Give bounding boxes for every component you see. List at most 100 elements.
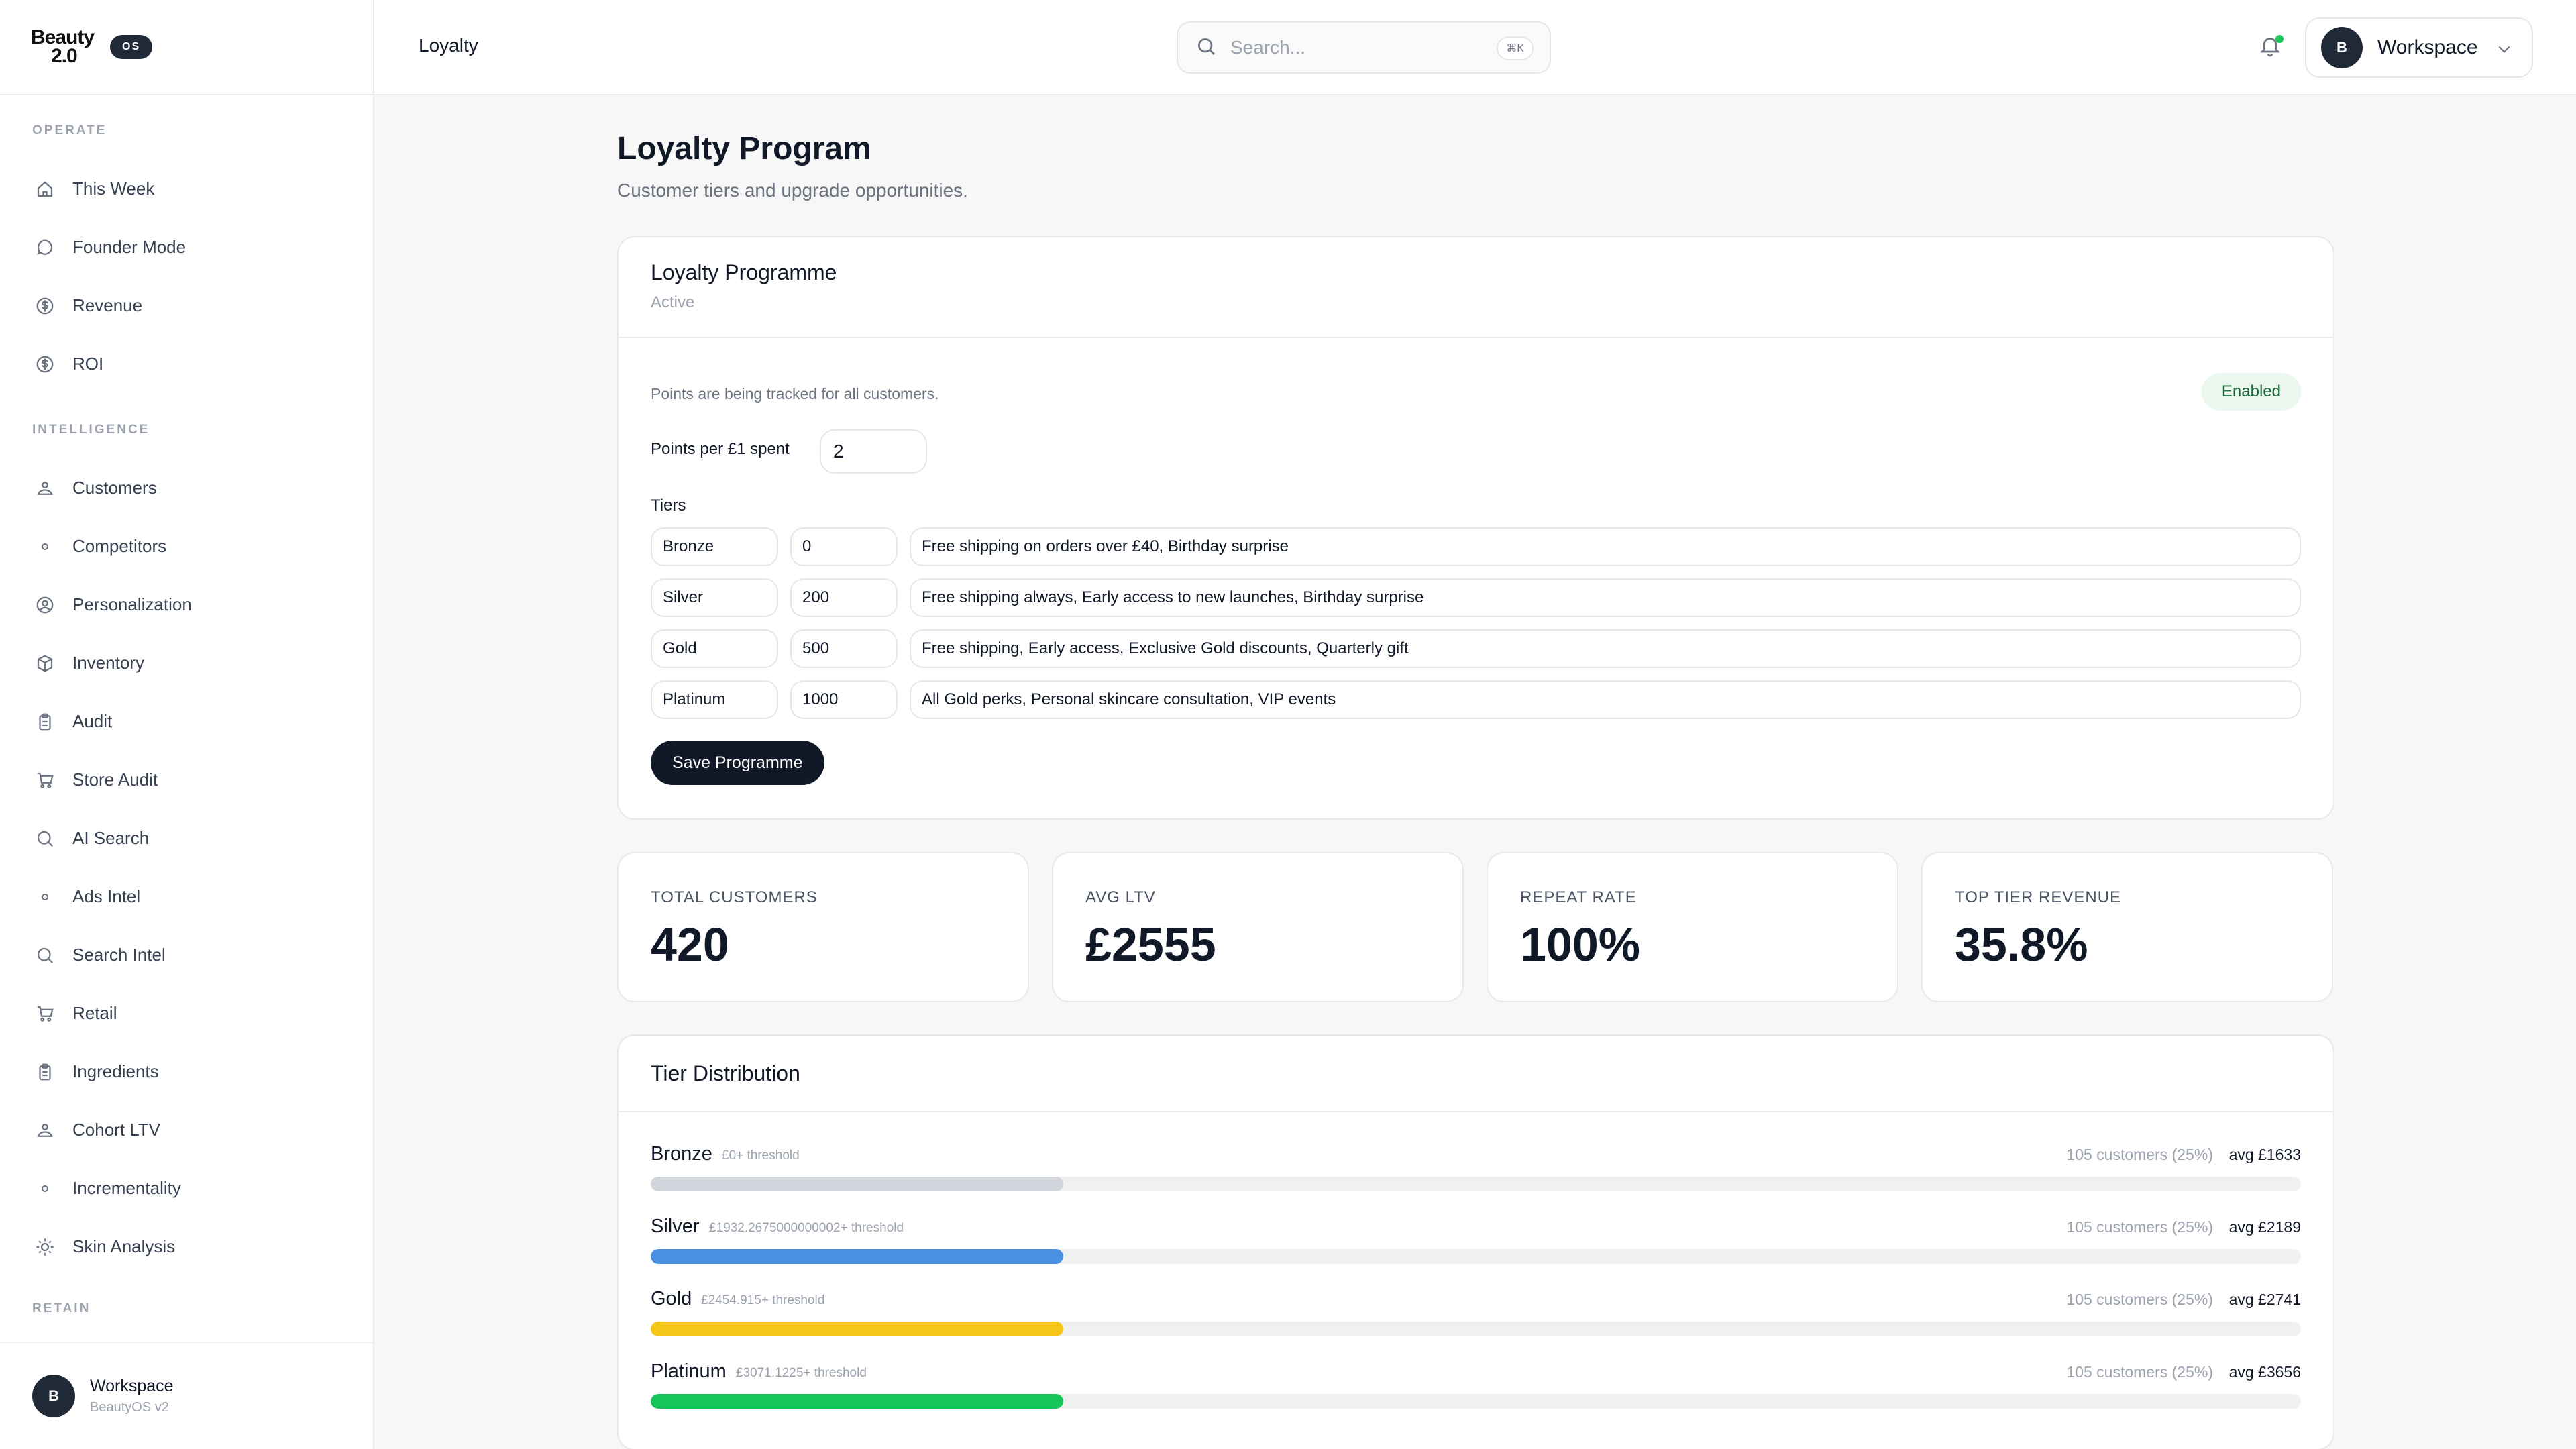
footer-workspace-name: Workspace [90,1377,174,1395]
sidebar-item-label: Founder Mode [72,237,186,257]
programme-header: Loyalty Programme Active [619,237,2333,338]
avatar: B [32,1375,75,1417]
tier-average-ltv: avg £3656 [2229,1363,2301,1381]
clipboard-icon [34,710,56,733]
tier-row-gold [651,629,2301,668]
search-input[interactable] [1230,37,1485,58]
home-icon [34,178,56,201]
tier-average-ltv: avg £1633 [2229,1146,2301,1163]
stat-value: 420 [651,918,729,971]
tier-distribution-row-platinum: Platinum £3071.1225+ threshold 105 custo… [651,1360,2301,1414]
tier-threshold-input[interactable] [790,578,898,617]
tier-perks-input[interactable] [910,578,2301,617]
brand-badge: OS [110,35,153,59]
dollar-icon [34,353,56,376]
header-title: Loyalty [419,35,478,56]
sidebar-item-ingredients[interactable]: Ingredients [0,1042,373,1101]
users-icon [34,477,56,500]
stat-value: 35.8% [1955,918,2088,971]
sidebar-item-label: Ingredients [72,1061,159,1081]
sidebar-footer[interactable]: B Workspace BeautyOS v2 [0,1342,373,1449]
nav-section-title: OPERATE [32,123,107,138]
sidebar-item-search-intel[interactable]: Search Intel [0,926,373,984]
nav-section-title: RETAIN [32,1301,91,1316]
tier-name: Bronze [651,1143,712,1165]
tier-threshold: £1932.2675000000002+ threshold [709,1221,904,1235]
tier-perks-input[interactable] [910,629,2301,668]
sidebar-item-revenue[interactable]: Revenue [0,276,373,335]
tier-perks-input[interactable] [910,680,2301,719]
search-shortcut-badge: ⌘K [1497,36,1534,60]
footer-version: BeautyOS v2 [90,1400,169,1415]
tier-name-input[interactable] [651,680,778,719]
points-label: Points per £1 spent [651,440,790,458]
tier-row-silver [651,578,2301,617]
sidebar-item-customers[interactable]: Customers [0,459,373,517]
user-circle-icon [34,594,56,616]
tier-name-input[interactable] [651,578,778,617]
brand-logo-line1: Beauty [31,26,95,48]
chevron-down-icon [2496,40,2513,61]
sidebar-item-label: Ads Intel [72,886,141,906]
tier-perks-input[interactable] [910,527,2301,566]
sidebar-item-retail[interactable]: Retail [0,984,373,1042]
sidebar-item-competitors[interactable]: Competitors [0,517,373,576]
page-title: Loyalty Program [617,131,871,166]
tier-name-input[interactable] [651,527,778,566]
tier-threshold: £3071.1225+ threshold [736,1366,867,1380]
programme-status: Active [651,293,695,311]
tier-name-input[interactable] [651,629,778,668]
sidebar-item-founder-mode[interactable]: Founder Mode [0,218,373,276]
tier-name: Gold [651,1288,692,1309]
brand-logo: Beauty 2.0 [31,28,98,66]
save-programme-button[interactable]: Save Programme [651,741,824,785]
sidebar-item-ai-search[interactable]: AI Search [0,809,373,867]
tier-progress-track [651,1322,2301,1336]
brand-logo-line2: 2.0 [51,45,78,67]
sun-icon [34,1236,56,1258]
tier-threshold: £0+ threshold [722,1148,800,1163]
tier-threshold-input[interactable] [790,527,898,566]
sidebar-item-this-week[interactable]: This Week [0,160,373,218]
sidebar-item-ads-intel[interactable]: Ads Intel [0,867,373,926]
sidebar-item-skin-analysis[interactable]: Skin Analysis [0,1218,373,1276]
enabled-toggle[interactable]: Enabled [2201,373,2301,411]
sidebar-item-incrementality[interactable]: Incrementality [0,1159,373,1218]
sidebar-item-label: Skin Analysis [72,1236,176,1256]
sidebar-item-cohort-ltv[interactable]: Cohort LTV [0,1101,373,1159]
tier-customer-count: 105 customers (25%) [2066,1291,2213,1308]
sidebar-item-personalization[interactable]: Personalization [0,576,373,634]
sidebar-item-label: Cohort LTV [72,1120,161,1140]
tier-threshold-input[interactable] [790,680,898,719]
clipboard-icon [34,1061,56,1083]
workspace-switcher[interactable]: B Workspace [2305,17,2533,78]
dot-icon [34,1177,56,1200]
programme-title: Loyalty Programme [651,260,837,284]
users-icon [34,1119,56,1142]
sidebar-item-inventory[interactable]: Inventory [0,634,373,692]
brand[interactable]: Beauty 2.0 OS [0,0,373,95]
points-per-pound-input[interactable] [820,429,927,474]
tier-threshold-input[interactable] [790,629,898,668]
loyalty-programme-card: Loyalty Programme Active Points are bein… [617,236,2334,820]
tier-progress-fill [651,1322,1063,1336]
tier-customer-count: 105 customers (25%) [2066,1146,2213,1163]
tier-distribution-card: Tier Distribution Bronze £0+ threshold 1… [617,1034,2334,1449]
search-box[interactable]: ⌘K [1177,21,1551,74]
tiers-label: Tiers [651,496,686,515]
sidebar-item-label: Store Audit [72,769,158,790]
tier-average-ltv: avg £2741 [2229,1291,2301,1308]
workspace-label: Workspace [2377,36,2478,58]
sidebar-item-label: Audit [72,711,113,731]
cart-icon [34,1002,56,1025]
stat-label: REPEAT RATE [1520,888,1637,906]
sidebar-item-audit[interactable]: Audit [0,692,373,751]
sidebar-item-label: Retail [72,1003,117,1023]
stat-value: £2555 [1085,918,1216,971]
notifications-button[interactable] [2258,34,2285,60]
sidebar-item-roi[interactable]: ROI [0,335,373,393]
nav-section-title: INTELLIGENCE [32,423,150,437]
tracking-note: Points are being tracked for all custome… [651,385,939,402]
notification-dot [2275,35,2284,43]
sidebar-item-store-audit[interactable]: Store Audit [0,751,373,809]
